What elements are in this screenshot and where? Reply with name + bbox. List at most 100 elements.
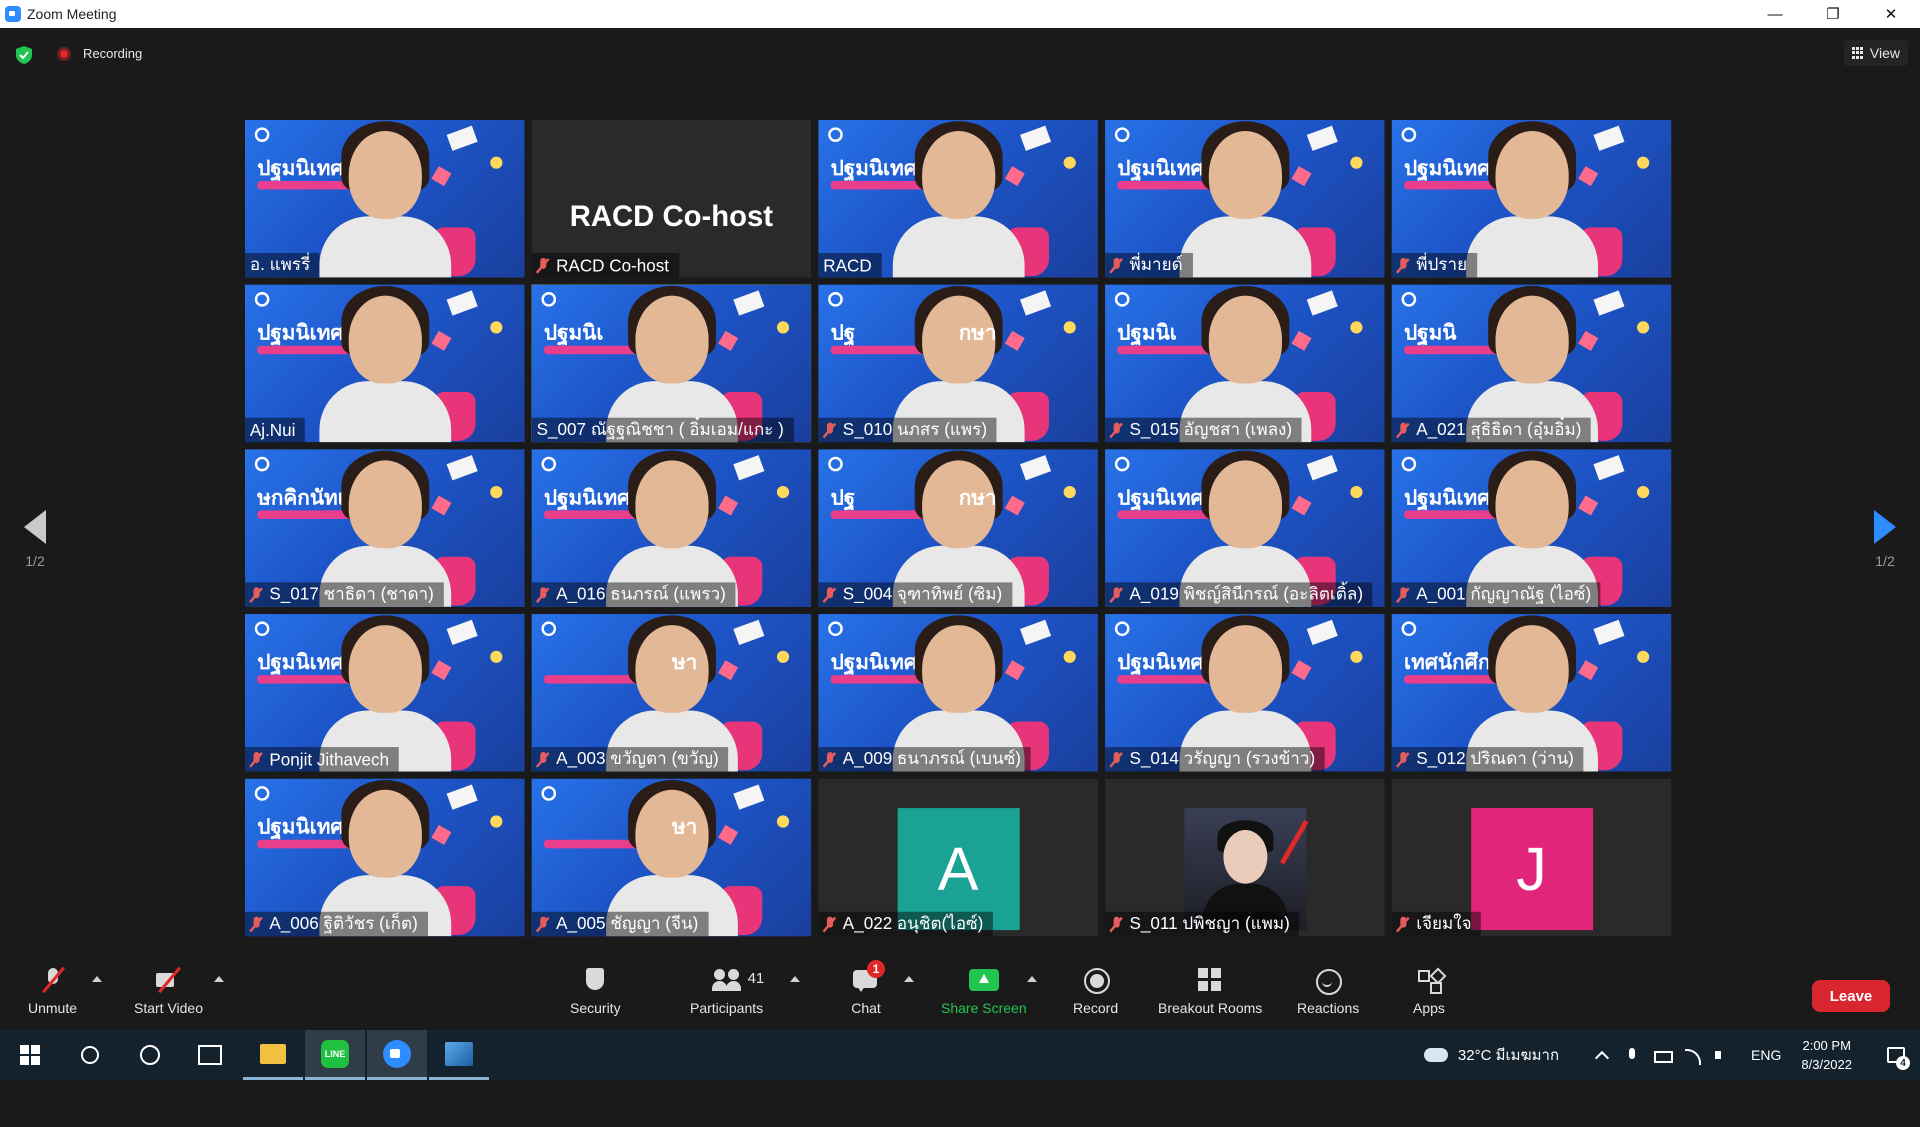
background-banner-text-tail: ษา <box>672 650 698 676</box>
participant-tile[interactable]: J เจียมใจ <box>1391 778 1672 937</box>
dot-decoration <box>1637 156 1650 169</box>
university-logo-icon <box>541 786 557 801</box>
participant-name-label: S_004 จุฑาทิพย์ (ซิม) <box>818 582 1012 607</box>
participant-name: S_004 จุฑาทิพย์ (ซิม) <box>842 583 1003 604</box>
unmute-button[interactable]: Unmute <box>28 966 77 1016</box>
participant-tile[interactable]: ปฐมนิเทศนักศึ Ponjit Jithavech <box>245 614 525 772</box>
university-logo-icon <box>541 292 557 307</box>
participant-tile[interactable]: ปฐมนิ A_021 สุธิธิดา (อุ๋มอิ๋ม) <box>1391 284 1672 443</box>
participant-tile[interactable]: เทศนักศึกษา S_012 ปริณดา (ว่าน) <box>1391 614 1672 772</box>
participant-tile[interactable]: RACD Co-host RACD Co-host <box>531 120 812 278</box>
participant-name: S_007 ณัฐฐณิชชา ( อิ๋มเอม/แกะ ) <box>536 418 784 439</box>
participant-tile[interactable]: ปฐมนิเทศ อ. แพรรี่ <box>245 120 525 278</box>
university-logo-icon <box>254 621 270 637</box>
microphone-tray-icon[interactable] <box>1624 1047 1640 1063</box>
muted-microphone-icon <box>537 751 549 767</box>
chat-options-caret[interactable] <box>904 976 914 982</box>
weather-cloud-icon[interactable] <box>1423 1048 1448 1062</box>
dot-decoration <box>1637 321 1650 334</box>
zoom-taskbar-button[interactable] <box>367 1030 427 1080</box>
participant-tile[interactable]: ปฐมนิเทศนัก A_001 กัญญาณัฐ (ไอซ์) <box>1391 449 1672 607</box>
leave-button[interactable]: Leave <box>1812 980 1890 1012</box>
university-logo-icon <box>1401 127 1417 142</box>
participant-tile[interactable]: ปฐมนิเทศนักศึ S_014 วรัญญา (รวงข้าว) <box>1105 614 1385 772</box>
encryption-shield-icon[interactable] <box>16 46 32 64</box>
participant-name: อ. แพรรี่ <box>249 254 311 274</box>
line-taskbar-button[interactable]: LINE <box>305 1030 365 1080</box>
participant-tile[interactable]: ปฐ กษา S_010 นภสร (แพร) <box>818 284 1098 443</box>
participant-tile[interactable]: ปฐมนิเทศนักศึกษา พี่มายด์ <box>1105 120 1385 278</box>
start-button[interactable] <box>0 1030 60 1080</box>
battery-icon[interactable] <box>1654 1047 1674 1063</box>
participants-options-caret[interactable] <box>790 976 800 982</box>
folder-icon <box>260 1043 286 1064</box>
dot-decoration <box>776 815 790 828</box>
show-hidden-icons-chevron-icon[interactable] <box>1594 1047 1610 1063</box>
restore-button[interactable]: ❐ <box>1804 0 1862 28</box>
cortana-icon[interactable] <box>120 1030 180 1080</box>
wifi-icon[interactable] <box>1684 1047 1702 1065</box>
input-language[interactable]: ENG <box>1751 1047 1781 1063</box>
participant-tile[interactable]: ปฐ กษา S_004 จุฑาทิพย์ (ซิม) <box>818 449 1098 607</box>
participant-name: เจียมใจ <box>1416 913 1472 933</box>
participant-name: A_006 ฐิติวัชร (เก็ต) <box>269 913 418 933</box>
participants-button[interactable]: 41 Participants <box>690 966 764 1016</box>
muted-microphone-icon <box>823 916 835 932</box>
breakout-rooms-button[interactable]: Breakout Rooms <box>1158 966 1262 1016</box>
participant-tile[interactable]: ษา A_003 ขวัญตา (ขวัญ) <box>531 614 812 772</box>
muted-microphone-icon <box>823 421 835 438</box>
participant-tile[interactable]: ษกคิกนัทเคนิมฐป S_017 ชาธิดา (ชาดา) <box>245 449 525 607</box>
previous-page-button[interactable]: 1/2 <box>10 510 60 660</box>
search-icon[interactable] <box>60 1030 120 1080</box>
muted-microphone-icon <box>1397 421 1409 438</box>
participant-tile[interactable]: ปฐมนิเ S_015 อัญชสา (เพลง) <box>1105 284 1385 443</box>
video-off-icon <box>154 966 184 994</box>
dot-decoration <box>1637 650 1650 663</box>
photos-taskbar-button[interactable] <box>429 1030 489 1080</box>
dot-decoration <box>490 156 503 169</box>
muted-microphone-icon <box>1110 421 1122 438</box>
participant-name-label: A_022 อนุชิต(ไอซ์) <box>818 911 994 937</box>
security-button[interactable]: Security <box>570 966 621 1016</box>
participant-tile[interactable]: ปฐมนิเทศนักศึกษา A_009 ธนาภรณ์ (เบนซ์) <box>818 614 1098 772</box>
weather-text[interactable]: 32°C มีเมฆมาก <box>1458 1043 1559 1067</box>
clock[interactable]: 2:00 PM 8/3/2022 <box>1801 1036 1852 1074</box>
participant-tile[interactable]: ปฐมนิเทศนักศึกษา พี่ปราย <box>1391 120 1672 278</box>
participant-tile[interactable]: ปฐมนิเ S_007 ณัฐฐณิชชา ( อิ๋มเอม/แกะ ) <box>531 284 812 443</box>
action-center-button[interactable]: 4 <box>1872 1030 1920 1080</box>
apps-button[interactable]: Apps <box>1413 966 1445 1016</box>
share-options-caret[interactable] <box>1027 976 1037 982</box>
start-video-button[interactable]: Start Video <box>134 966 203 1016</box>
participant-tile[interactable]: ษา A_005 ชัญญา (จีน) <box>531 778 812 937</box>
chat-button[interactable]: 1 Chat <box>851 960 885 1016</box>
participant-tile[interactable]: S_011 ปพิชญา (แพม) <box>1105 778 1385 937</box>
minimize-button[interactable]: — <box>1746 0 1804 28</box>
window-title: Zoom Meeting <box>27 6 117 22</box>
line-app-icon: LINE <box>321 1039 349 1068</box>
share-screen-button[interactable]: Share Screen <box>941 966 1027 1016</box>
close-button[interactable]: ✕ <box>1862 0 1920 28</box>
clock-date: 8/3/2022 <box>1801 1057 1852 1072</box>
volume-muted-icon[interactable] <box>1714 1047 1730 1063</box>
recording-label[interactable]: Recording <box>83 46 142 61</box>
participant-tile[interactable]: ปฐมนิเทศนักศึกษา A_006 ฐิติวัชร (เก็ต) <box>245 778 525 937</box>
video-options-caret[interactable] <box>214 976 224 982</box>
muted-microphone-icon <box>537 916 549 932</box>
participant-tile[interactable]: ปฐมนิเทศนักศึกษา A_016 ธนภรณ์ (แพรว) <box>531 449 812 607</box>
university-logo-icon <box>1401 292 1417 307</box>
view-button[interactable]: View <box>1843 40 1908 66</box>
participant-tile[interactable]: A A_022 อนุชิต(ไอซ์) <box>818 778 1098 937</box>
background-banner-text: ปฐมนิเ <box>1117 321 1177 346</box>
window-controls: — ❐ ✕ <box>1746 0 1920 28</box>
participant-tile[interactable]: ปฐมนิเทศนักศึกษา Aj.Nui <box>245 284 525 443</box>
file-explorer-taskbar-button[interactable] <box>243 1030 303 1080</box>
audio-options-caret[interactable] <box>92 976 102 982</box>
task-view-icon[interactable] <box>180 1030 240 1080</box>
participant-video <box>1172 120 1318 278</box>
record-button[interactable]: Record <box>1073 966 1118 1016</box>
participant-tile[interactable]: ปฐมนิเทศนักศึกษา RACD <box>818 120 1098 278</box>
reactions-button[interactable]: Reactions <box>1297 966 1359 1016</box>
start-video-label: Start Video <box>134 1000 204 1016</box>
participant-tile[interactable]: ปฐมนิเทศนักศึกษา A_019 พิชญ์สินีกรณ์ (อะล… <box>1105 449 1385 607</box>
participant-name-label: A_003 ขวัญตา (ขวัญ) <box>531 747 729 772</box>
